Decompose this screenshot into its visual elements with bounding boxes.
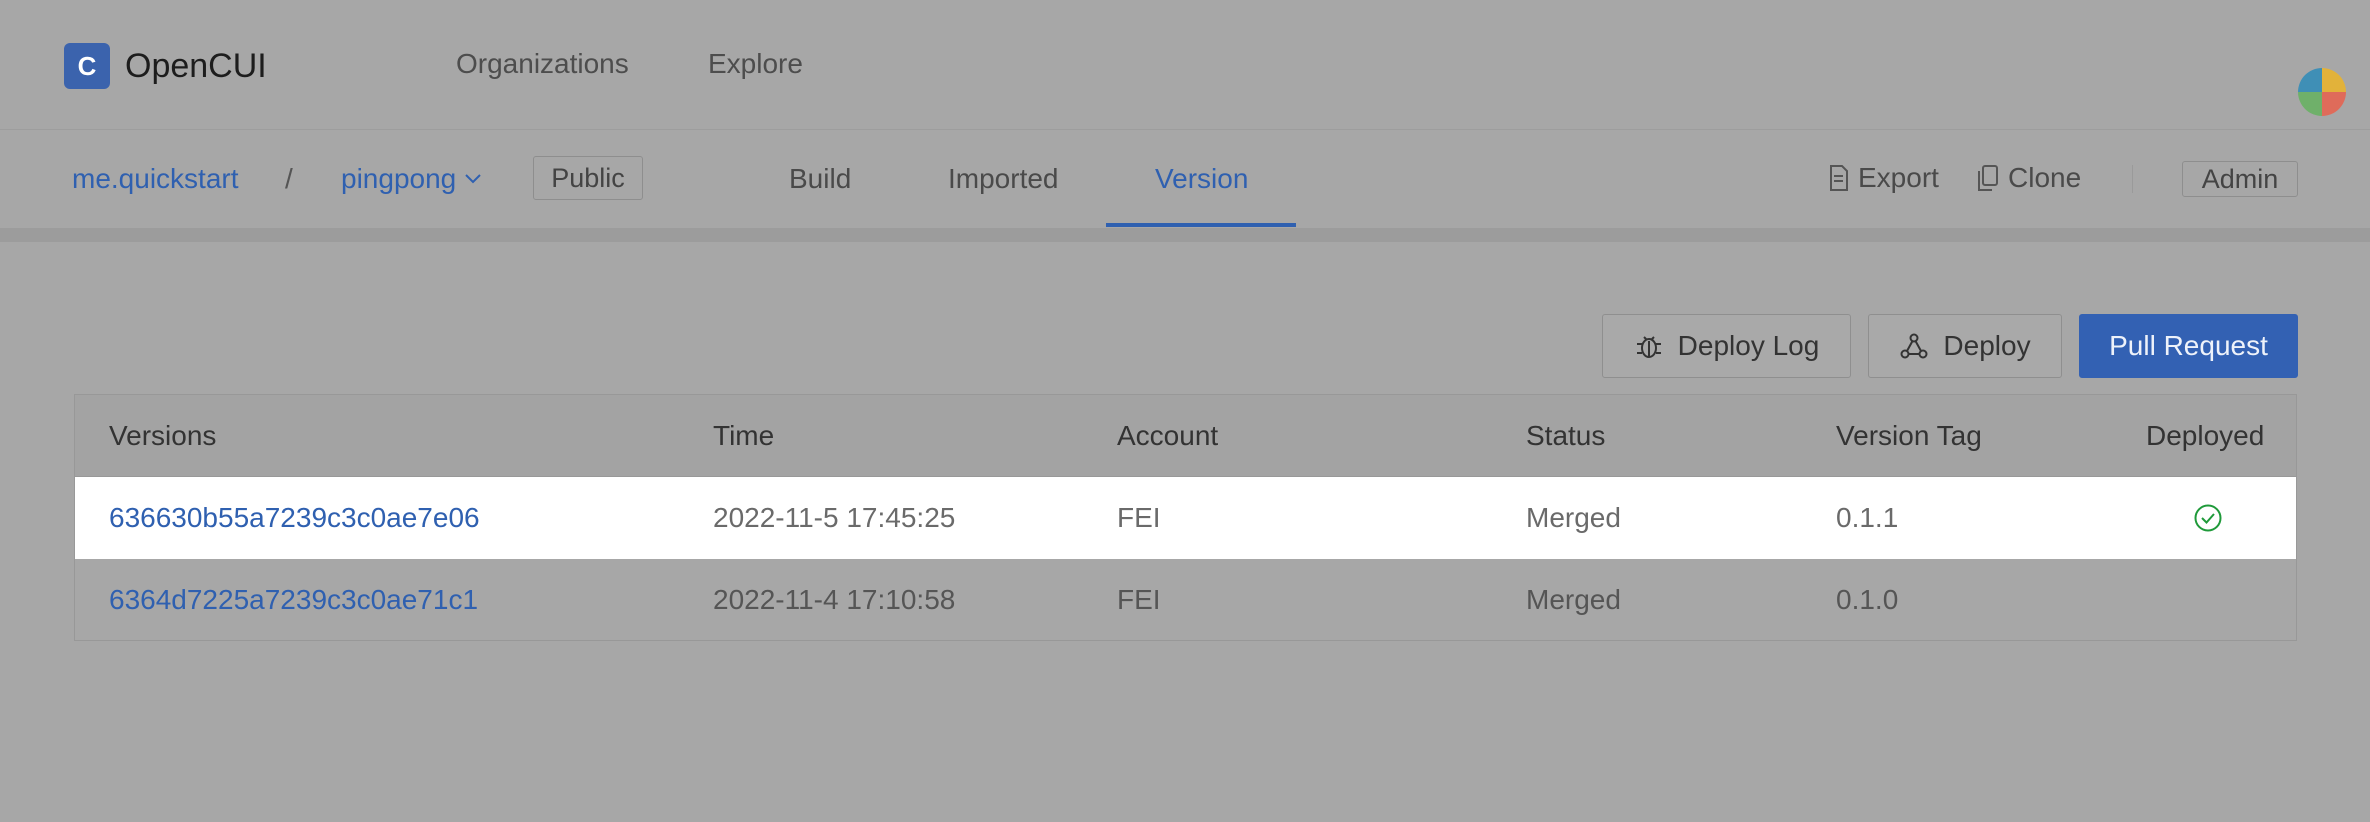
version-id-link[interactable]: 6364d7225a7239c3c0ae71c1 xyxy=(109,559,478,641)
deployed-check-icon xyxy=(2193,503,2223,533)
section-divider xyxy=(0,228,2370,242)
version-account: FEI xyxy=(1117,502,1161,533)
breadcrumb-separator: / xyxy=(285,163,293,194)
nav-explore[interactable]: Explore xyxy=(708,48,803,80)
version-tag: 0.1.0 xyxy=(1836,584,1899,615)
column-header-account: Account xyxy=(1117,420,1219,451)
chevron-down-icon xyxy=(465,174,481,184)
version-time: 2022-11-4 17:10:58 xyxy=(713,584,956,615)
export-label: Export xyxy=(1858,162,1939,193)
document-icon xyxy=(1830,165,1848,191)
column-header-versions: Versions xyxy=(109,420,217,451)
deploy-label: Deploy xyxy=(1943,330,2031,361)
version-time: 2022-11-5 17:45:25 xyxy=(713,502,956,533)
admin-button[interactable]: Admin xyxy=(2182,161,2298,197)
column-header-version-tag: Version Tag xyxy=(1836,420,1982,451)
version-tag: 0.1.1 xyxy=(1836,502,1899,533)
version-status: Merged xyxy=(1526,502,1621,533)
table-row[interactable]: 6364d7225a7239c3c0ae71c1 2022-11-4 17:10… xyxy=(75,559,2296,641)
export-button[interactable]: Export xyxy=(1828,162,1939,194)
app-logo[interactable]: C OpenCUI xyxy=(64,43,267,89)
clone-label: Clone xyxy=(2008,162,2082,193)
deploy-button[interactable]: Deploy xyxy=(1868,314,2062,378)
divider xyxy=(2132,165,2133,193)
deploy-log-label: Deploy Log xyxy=(1677,330,1820,361)
pull-request-button[interactable]: Pull Request xyxy=(2079,314,2298,378)
active-tab-indicator xyxy=(1106,223,1296,227)
versions-table: Versions Time Account Status Version Tag… xyxy=(74,394,2297,641)
top-bar: C OpenCUI Organizations Explore xyxy=(0,0,2370,130)
nav-organizations[interactable]: Organizations xyxy=(456,48,629,80)
version-account: FEI xyxy=(1117,584,1161,615)
deploy-nodes-icon xyxy=(1900,333,1928,359)
app-name: OpenCUI xyxy=(125,46,267,85)
clone-button[interactable]: Clone xyxy=(1976,162,2081,194)
tab-build[interactable]: Build xyxy=(789,163,851,195)
breadcrumb-org[interactable]: me.quickstart xyxy=(72,163,239,195)
bug-icon xyxy=(1636,336,1661,358)
column-header-deployed: Deployed xyxy=(2146,420,2265,451)
user-avatar[interactable] xyxy=(2298,68,2346,116)
copy-icon xyxy=(1978,165,1998,191)
project-selector[interactable]: pingpong xyxy=(341,163,482,195)
table-row[interactable]: 636630b55a7239c3c0ae7e06 2022-11-5 17:45… xyxy=(75,477,2296,559)
project-name: pingpong xyxy=(341,163,457,194)
version-status: Merged xyxy=(1526,584,1621,615)
visibility-badge: Public xyxy=(533,156,643,200)
column-header-time: Time xyxy=(713,420,775,451)
version-id-link[interactable]: 636630b55a7239c3c0ae7e06 xyxy=(109,477,480,559)
tab-version[interactable]: Version xyxy=(1155,163,1248,195)
tab-imported[interactable]: Imported xyxy=(948,163,1059,195)
table-header: Versions Time Account Status Version Tag… xyxy=(75,395,2296,477)
deploy-log-button[interactable]: Deploy Log xyxy=(1602,314,1851,378)
column-header-status: Status xyxy=(1526,420,1606,451)
opencui-logo-icon: C xyxy=(64,43,110,89)
